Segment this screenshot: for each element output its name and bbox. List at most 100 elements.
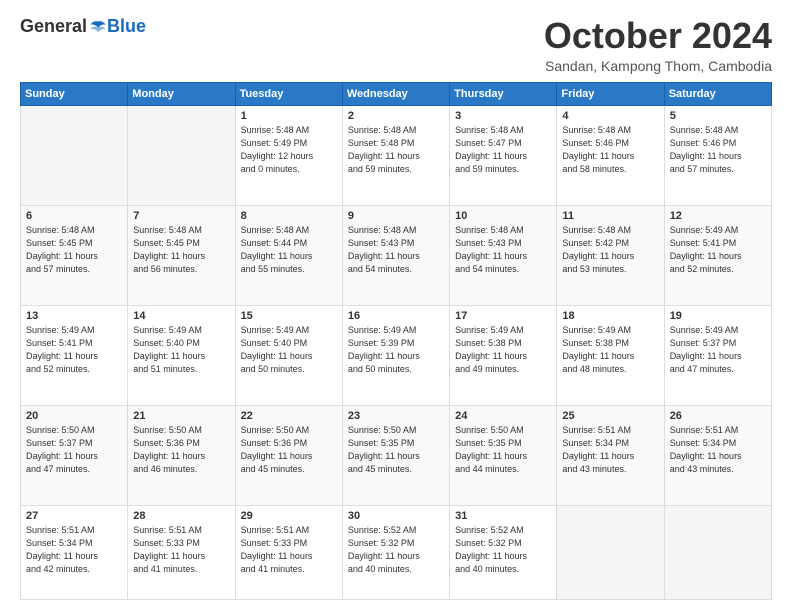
day-info: Sunrise: 5:48 AMSunset: 5:49 PMDaylight:… bbox=[241, 124, 337, 176]
day-number: 31 bbox=[455, 510, 551, 522]
calendar-body: 1 Sunrise: 5:48 AMSunset: 5:49 PMDaylight… bbox=[21, 105, 772, 599]
day-number: 16 bbox=[348, 310, 444, 322]
table-row: 11 Sunrise: 5:48 AMSunset: 5:42 PMDayligh… bbox=[557, 205, 664, 305]
day-number: 27 bbox=[26, 510, 122, 522]
day-info: Sunrise: 5:48 AMSunset: 5:46 PMDaylight:… bbox=[562, 124, 658, 176]
day-number: 9 bbox=[348, 210, 444, 222]
table-row: 20Sunrise: 5:50 AMSunset: 5:37 PMDayligh… bbox=[21, 405, 128, 505]
table-row: 30 Sunrise: 5:52 AMSunset: 5:32 PMDayligh… bbox=[342, 505, 449, 599]
table-row: 2 Sunrise: 5:48 AMSunset: 5:48 PMDaylight… bbox=[342, 105, 449, 205]
day-number: 26 bbox=[670, 410, 766, 422]
day-info: Sunrise: 5:48 AMSunset: 5:46 PMDaylight:… bbox=[670, 124, 766, 176]
table-row: 28 Sunrise: 5:51 AMSunset: 5:33 PMDayligh… bbox=[128, 505, 235, 599]
day-info: Sunrise: 5:48 AMSunset: 5:43 PMDaylight:… bbox=[348, 224, 444, 276]
day-number: 4 bbox=[562, 110, 658, 122]
day-info: Sunrise: 5:50 AMSunset: 5:35 PMDaylight:… bbox=[455, 424, 551, 476]
day-info: Sunrise: 5:48 AMSunset: 5:42 PMDaylight:… bbox=[562, 224, 658, 276]
day-number: 18 bbox=[562, 310, 658, 322]
day-info: Sunrise: 5:48 AMSunset: 5:48 PMDaylight:… bbox=[348, 124, 444, 176]
page: General Blue October 2024 Sandan, Kampon… bbox=[0, 0, 792, 612]
day-info: Sunrise: 5:49 AMSunset: 5:37 PMDaylight:… bbox=[670, 324, 766, 376]
day-info: Sunrise: 5:51 AMSunset: 5:34 PMDaylight:… bbox=[670, 424, 766, 476]
day-info: Sunrise: 5:51 AMSunset: 5:33 PMDaylight:… bbox=[241, 524, 337, 576]
table-row: 1 Sunrise: 5:48 AMSunset: 5:49 PMDaylight… bbox=[235, 105, 342, 205]
day-info: Sunrise: 5:50 AMSunset: 5:36 PMDaylight:… bbox=[133, 424, 229, 476]
day-info: Sunrise: 5:52 AMSunset: 5:32 PMDaylight:… bbox=[348, 524, 444, 576]
weekday-saturday: Saturday bbox=[664, 82, 771, 105]
calendar-header: Sunday Monday Tuesday Wednesday Thursday… bbox=[21, 82, 772, 105]
weekday-wednesday: Wednesday bbox=[342, 82, 449, 105]
table-row: 25Sunrise: 5:51 AMSunset: 5:34 PMDayligh… bbox=[557, 405, 664, 505]
table-row: 29 Sunrise: 5:51 AMSunset: 5:33 PMDayligh… bbox=[235, 505, 342, 599]
table-row: 5 Sunrise: 5:48 AMSunset: 5:46 PMDaylight… bbox=[664, 105, 771, 205]
logo-bird-icon bbox=[89, 18, 107, 36]
day-number: 17 bbox=[455, 310, 551, 322]
day-number: 29 bbox=[241, 510, 337, 522]
day-number: 19 bbox=[670, 310, 766, 322]
day-number: 24 bbox=[455, 410, 551, 422]
weekday-row: Sunday Monday Tuesday Wednesday Thursday… bbox=[21, 82, 772, 105]
logo-text: General Blue bbox=[20, 16, 146, 37]
table-row: 10 Sunrise: 5:48 AMSunset: 5:43 PMDayligh… bbox=[450, 205, 557, 305]
day-info: Sunrise: 5:50 AMSunset: 5:35 PMDaylight:… bbox=[348, 424, 444, 476]
table-row: 3 Sunrise: 5:48 AMSunset: 5:47 PMDaylight… bbox=[450, 105, 557, 205]
day-info: Sunrise: 5:49 AMSunset: 5:38 PMDaylight:… bbox=[455, 324, 551, 376]
table-row: 18 Sunrise: 5:49 AMSunset: 5:38 PMDayligh… bbox=[557, 305, 664, 405]
table-row bbox=[557, 505, 664, 599]
day-info: Sunrise: 5:49 AMSunset: 5:39 PMDaylight:… bbox=[348, 324, 444, 376]
table-row: 17 Sunrise: 5:49 AMSunset: 5:38 PMDayligh… bbox=[450, 305, 557, 405]
day-info: Sunrise: 5:49 AMSunset: 5:40 PMDaylight:… bbox=[241, 324, 337, 376]
day-info: Sunrise: 5:48 AMSunset: 5:43 PMDaylight:… bbox=[455, 224, 551, 276]
table-row bbox=[21, 105, 128, 205]
day-number: 13 bbox=[26, 310, 122, 322]
table-row: 6Sunrise: 5:48 AMSunset: 5:45 PMDaylight… bbox=[21, 205, 128, 305]
logo: General Blue bbox=[20, 16, 146, 37]
day-info: Sunrise: 5:48 AMSunset: 5:47 PMDaylight:… bbox=[455, 124, 551, 176]
day-info: Sunrise: 5:49 AMSunset: 5:40 PMDaylight:… bbox=[133, 324, 229, 376]
table-row: 4 Sunrise: 5:48 AMSunset: 5:46 PMDaylight… bbox=[557, 105, 664, 205]
day-number: 28 bbox=[133, 510, 229, 522]
table-row: 26 Sunrise: 5:51 AMSunset: 5:34 PMDayligh… bbox=[664, 405, 771, 505]
subtitle: Sandan, Kampong Thom, Cambodia bbox=[544, 58, 772, 74]
day-number: 5 bbox=[670, 110, 766, 122]
day-number: 6 bbox=[26, 210, 122, 222]
table-row: 14 Sunrise: 5:49 AMSunset: 5:40 PMDayligh… bbox=[128, 305, 235, 405]
day-number: 11 bbox=[562, 210, 658, 222]
day-number: 7 bbox=[133, 210, 229, 222]
table-row: 22 Sunrise: 5:50 AMSunset: 5:36 PMDayligh… bbox=[235, 405, 342, 505]
day-number: 2 bbox=[348, 110, 444, 122]
day-info: Sunrise: 5:49 AMSunset: 5:38 PMDaylight:… bbox=[562, 324, 658, 376]
day-number: 8 bbox=[241, 210, 337, 222]
title-area: October 2024 Sandan, Kampong Thom, Cambo… bbox=[544, 16, 772, 74]
table-row: 24 Sunrise: 5:50 AMSunset: 5:35 PMDayligh… bbox=[450, 405, 557, 505]
header: General Blue October 2024 Sandan, Kampon… bbox=[20, 16, 772, 74]
table-row bbox=[128, 105, 235, 205]
table-row: 21 Sunrise: 5:50 AMSunset: 5:36 PMDayligh… bbox=[128, 405, 235, 505]
day-number: 1 bbox=[241, 110, 337, 122]
weekday-tuesday: Tuesday bbox=[235, 82, 342, 105]
table-row: 19 Sunrise: 5:49 AMSunset: 5:37 PMDayligh… bbox=[664, 305, 771, 405]
day-number: 12 bbox=[670, 210, 766, 222]
table-row: 13 Sunrise: 5:49 AMSunset: 5:41 PMDayligh… bbox=[21, 305, 128, 405]
day-number: 22 bbox=[241, 410, 337, 422]
table-row: 15 Sunrise: 5:49 AMSunset: 5:40 PMDayligh… bbox=[235, 305, 342, 405]
logo-blue: Blue bbox=[107, 16, 146, 37]
weekday-thursday: Thursday bbox=[450, 82, 557, 105]
table-row: 31 Sunrise: 5:52 AMSunset: 5:32 PMDayligh… bbox=[450, 505, 557, 599]
day-info: Sunrise: 5:51 AMSunset: 5:34 PMDaylight:… bbox=[562, 424, 658, 476]
day-info: Sunrise: 5:50 AMSunset: 5:36 PMDaylight:… bbox=[241, 424, 337, 476]
day-number: 21 bbox=[133, 410, 229, 422]
day-number: 23 bbox=[348, 410, 444, 422]
table-row: 27Sunrise: 5:51 AMSunset: 5:34 PMDayligh… bbox=[21, 505, 128, 599]
day-info: Sunrise: 5:51 AMSunset: 5:33 PMDaylight:… bbox=[133, 524, 229, 576]
day-number: 15 bbox=[241, 310, 337, 322]
day-number: 3 bbox=[455, 110, 551, 122]
day-number: 30 bbox=[348, 510, 444, 522]
weekday-sunday: Sunday bbox=[21, 82, 128, 105]
table-row: 8Sunrise: 5:48 AMSunset: 5:44 PMDaylight… bbox=[235, 205, 342, 305]
day-number: 14 bbox=[133, 310, 229, 322]
day-info: Sunrise: 5:49 AMSunset: 5:41 PMDaylight:… bbox=[26, 324, 122, 376]
day-number: 10 bbox=[455, 210, 551, 222]
day-info: Sunrise: 5:52 AMSunset: 5:32 PMDaylight:… bbox=[455, 524, 551, 576]
table-row: 12Sunrise: 5:49 AMSunset: 5:41 PMDayligh… bbox=[664, 205, 771, 305]
